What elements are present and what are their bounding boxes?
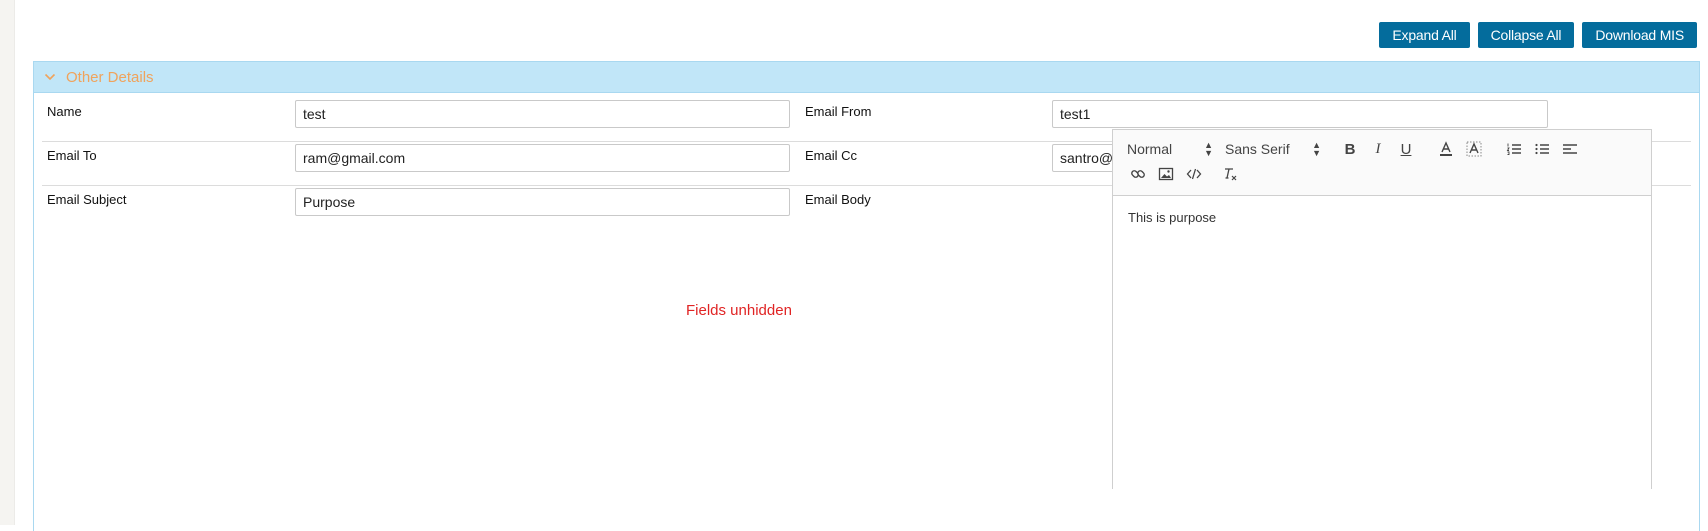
align-icon[interactable]: [1559, 138, 1581, 160]
chevron-down-icon[interactable]: [44, 71, 56, 83]
underline-icon[interactable]: U: [1395, 138, 1417, 160]
panel-title: Other Details: [66, 68, 154, 86]
email-cc-label: Email Cc: [805, 148, 858, 163]
email-subject-label: Email Subject: [47, 192, 127, 207]
email-from-input[interactable]: [1052, 100, 1548, 128]
email-subject-input[interactable]: [295, 188, 790, 216]
name-input[interactable]: [295, 100, 790, 128]
download-mis-button[interactable]: Download MIS: [1582, 22, 1697, 48]
link-icon[interactable]: [1127, 163, 1149, 185]
picker-arrows-icon: ▲ ▼: [1312, 140, 1321, 158]
font-picker[interactable]: Sans Serif ▲ ▼: [1225, 140, 1321, 158]
editor-content[interactable]: This is purpose: [1113, 196, 1651, 239]
collapse-all-button[interactable]: Collapse All: [1477, 22, 1575, 48]
panel-header[interactable]: Other Details: [34, 62, 1699, 93]
email-from-label: Email From: [805, 104, 872, 119]
text-color-icon[interactable]: [1435, 138, 1457, 160]
image-icon[interactable]: [1155, 163, 1177, 185]
code-icon[interactable]: [1183, 163, 1205, 185]
email-body-editor: Normal ▲ ▼ Sans Serif ▲ ▼ B I U This is …: [1112, 129, 1652, 489]
email-body-label: Email Body: [805, 192, 871, 207]
italic-icon[interactable]: I: [1367, 138, 1389, 160]
editor-body-text: This is purpose: [1128, 210, 1217, 225]
left-rail: [0, 0, 15, 525]
picker-arrows-icon: ▲ ▼: [1204, 140, 1213, 158]
expand-all-button[interactable]: Expand All: [1379, 22, 1470, 48]
bold-icon[interactable]: B: [1339, 138, 1361, 160]
name-label: Name: [47, 104, 82, 119]
email-to-input[interactable]: [295, 144, 790, 172]
background-color-icon[interactable]: [1463, 138, 1485, 160]
header-picker[interactable]: Normal ▲ ▼: [1127, 140, 1213, 158]
toolbar: Expand All Collapse All Download MIS: [1379, 22, 1697, 48]
email-to-label: Email To: [47, 148, 97, 163]
clear-format-icon[interactable]: [1219, 163, 1241, 185]
ordered-list-icon[interactable]: [1503, 138, 1525, 160]
editor-toolbar: Normal ▲ ▼ Sans Serif ▲ ▼ B I U: [1113, 130, 1651, 196]
bullet-list-icon[interactable]: [1531, 138, 1553, 160]
fields-unhidden-note: Fields unhidden: [686, 302, 792, 319]
